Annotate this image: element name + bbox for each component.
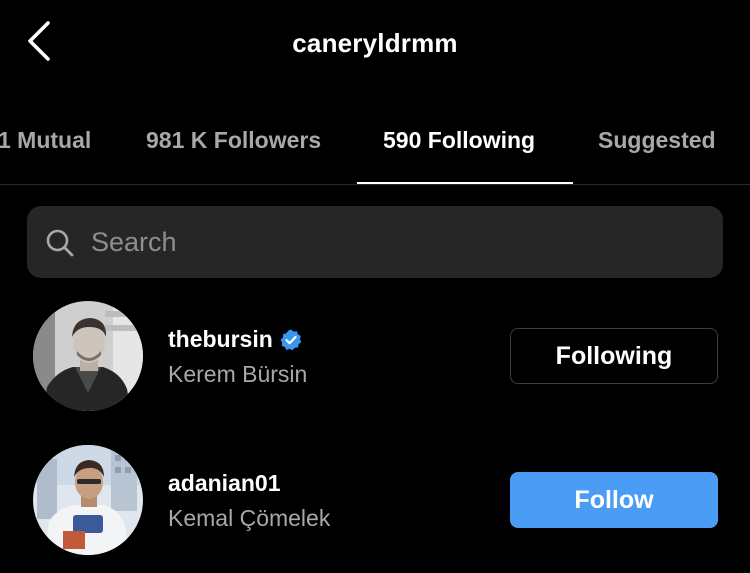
active-tab-indicator <box>357 182 573 184</box>
tab-following[interactable]: 590 Following <box>383 127 535 154</box>
page-title: caneryldrmm <box>292 28 458 58</box>
header-bar: caneryldrmm <box>0 0 750 90</box>
username: adanian01 <box>168 470 281 496</box>
tab-bar: 1 Mutual 981 K Followers 590 Following S… <box>0 112 750 185</box>
search-icon <box>46 229 74 257</box>
avatar[interactable] <box>33 445 143 555</box>
full-name: Kerem Bürsin <box>168 361 308 387</box>
full-name: Kemal Çömelek <box>168 505 331 531</box>
username-link[interactable]: thebursin <box>168 326 303 353</box>
search-bar <box>27 206 723 278</box>
search-input[interactable] <box>91 206 691 278</box>
avatar[interactable] <box>33 301 143 411</box>
username-link[interactable]: adanian01 <box>168 470 281 497</box>
list-item: adanian01 Kemal Çömelek Follow <box>0 445 750 565</box>
tab-mutual[interactable]: 1 Mutual <box>0 127 91 154</box>
tab-followers[interactable]: 981 K Followers <box>146 127 321 154</box>
list-item: thebursin Kerem Bürsin Following <box>0 301 750 421</box>
tab-suggested[interactable]: Suggested <box>598 127 716 154</box>
username: thebursin <box>168 326 273 352</box>
following-button[interactable]: Following <box>510 328 718 384</box>
follow-button[interactable]: Follow <box>510 472 718 528</box>
verified-badge-icon <box>280 329 301 350</box>
